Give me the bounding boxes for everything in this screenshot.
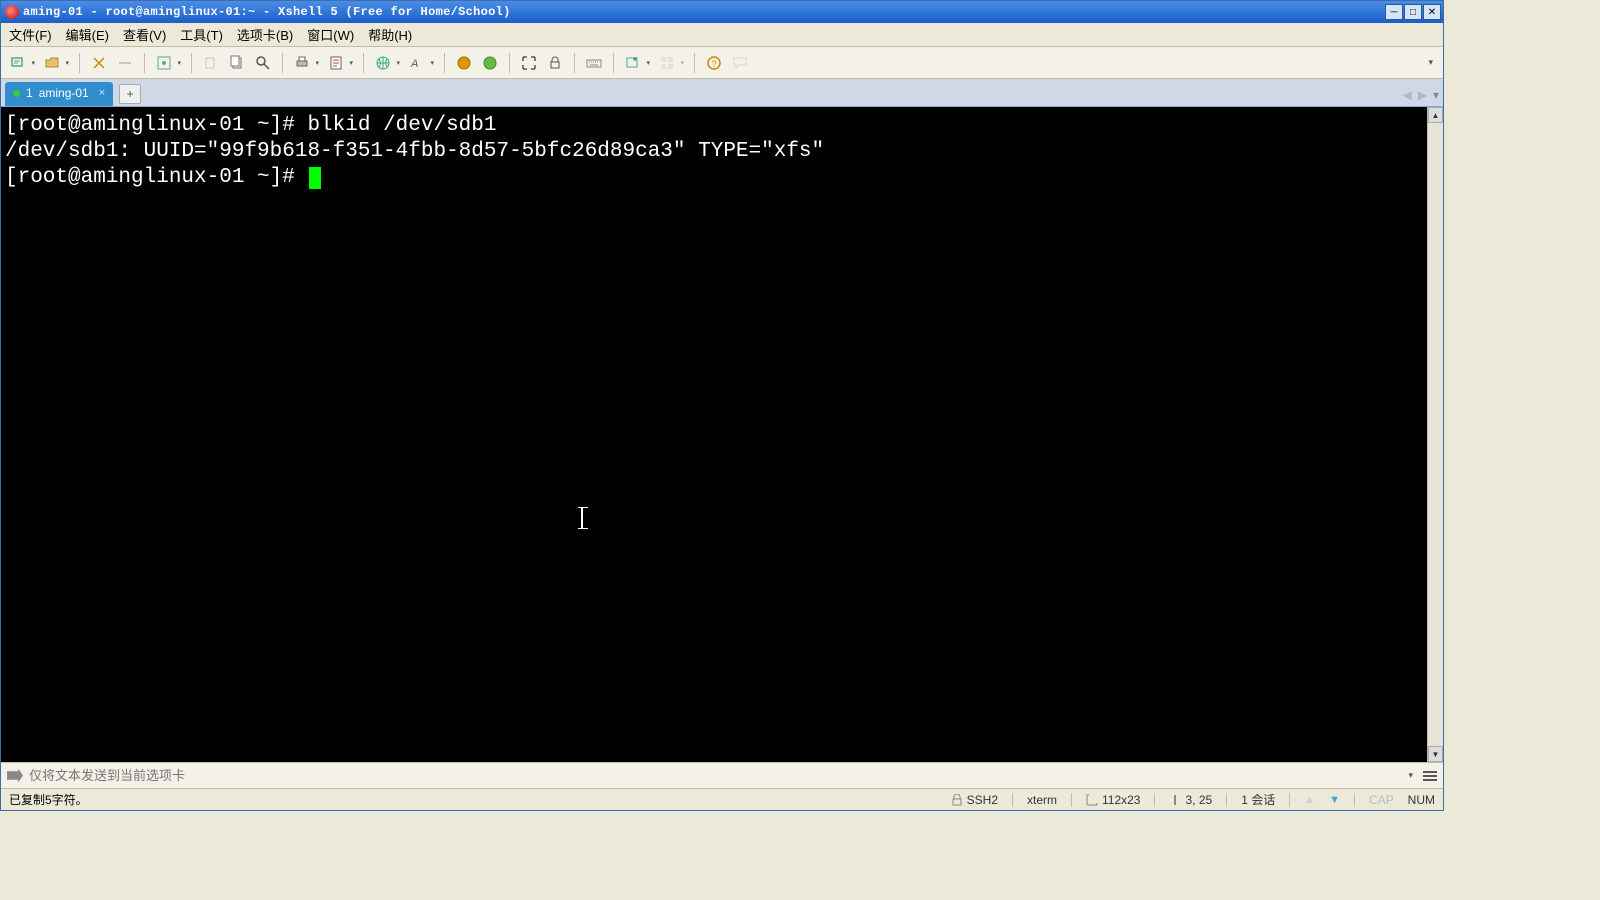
properties-button[interactable] — [153, 52, 175, 74]
status-separator — [1226, 793, 1227, 807]
cursor-pos-icon — [1169, 794, 1181, 806]
copy-button[interactable] — [200, 52, 222, 74]
status-num: NUM — [1408, 793, 1435, 807]
reconnect-button[interactable] — [88, 52, 110, 74]
disconnect-button[interactable] — [114, 52, 136, 74]
maximize-button[interactable]: □ — [1404, 4, 1422, 20]
status-separator — [1289, 793, 1290, 807]
status-separator — [1012, 793, 1013, 807]
tabstrip: 1 aming-01 × + ◀ ▶ ▾ — [1, 79, 1443, 107]
toolbar-separator — [144, 53, 145, 73]
tab-session-1[interactable]: 1 aming-01 × — [5, 82, 113, 106]
keyboard-button[interactable] — [583, 52, 605, 74]
prompt-1: [root@aminglinux-01 ~]# — [5, 114, 307, 137]
terminal[interactable]: [root@aminglinux-01 ~]# blkid /dev/sdb1 … — [1, 107, 1427, 762]
menu-window[interactable]: 窗口(W) — [307, 25, 354, 44]
arrange-button[interactable] — [656, 52, 678, 74]
output-1: /dev/sdb1: UUID="99f9b618-f351-4fbb-8d57… — [5, 140, 824, 163]
svg-text:A: A — [410, 58, 418, 70]
status-message: 已复制5字符。 — [9, 791, 937, 808]
tab-close-button[interactable]: × — [99, 87, 105, 99]
tab-label: aming-01 — [39, 86, 89, 100]
toolbar-separator — [694, 53, 695, 73]
statusbar: 已复制5字符。 SSH2 xterm 112x23 3, 25 1 会话 ▲ ▼… — [1, 788, 1443, 810]
size-icon — [1086, 794, 1098, 806]
app-window: aming-01 - root@aminglinux-01:~ - Xshell… — [0, 0, 1444, 811]
send-menu-button[interactable] — [1423, 771, 1437, 781]
scroll-down-button[interactable]: ▼ — [1428, 746, 1443, 762]
toolbar-separator — [444, 53, 445, 73]
toolbar-overflow-button[interactable]: ▾ — [1428, 57, 1433, 68]
lock-icon — [951, 794, 963, 806]
toolbar-separator — [191, 53, 192, 73]
prompt-2: [root@aminglinux-01 ~]# — [5, 166, 307, 189]
add-tab-button[interactable]: + — [119, 84, 141, 104]
terminal-wrap: [root@aminglinux-01 ~]# blkid /dev/sdb1 … — [1, 107, 1443, 762]
send-target-dropdown[interactable]: ▾ — [1408, 770, 1413, 781]
paste-button[interactable] — [226, 52, 248, 74]
status-separator — [1154, 793, 1155, 807]
status-sessions: 1 会话 — [1241, 791, 1275, 808]
upload-icon: ▲ — [1304, 794, 1315, 806]
menu-tools[interactable]: 工具(T) — [180, 25, 223, 44]
tab-index: 1 — [26, 86, 33, 100]
tab-next-button[interactable]: ▶ — [1418, 88, 1427, 102]
app-icon — [5, 5, 19, 19]
status-separator — [1071, 793, 1072, 807]
minimize-button[interactable]: ─ — [1385, 4, 1403, 20]
status-size: 112x23 — [1086, 793, 1140, 807]
menubar: 文件(F) 编辑(E) 查看(V) 工具(T) 选项卡(B) 窗口(W) 帮助(… — [1, 23, 1443, 47]
tab-prev-button[interactable]: ◀ — [1403, 88, 1412, 102]
send-icon — [7, 769, 23, 783]
toolbar-separator — [613, 53, 614, 73]
toolbar-separator — [363, 53, 364, 73]
titlebar: aming-01 - root@aminglinux-01:~ - Xshell… — [1, 1, 1443, 23]
scroll-up-button[interactable]: ▲ — [1428, 107, 1443, 123]
toolbar-separator — [282, 53, 283, 73]
tab-nav: ◀ ▶ ▾ — [1403, 88, 1440, 102]
menu-tabs[interactable]: 选项卡(B) — [237, 25, 293, 44]
print-button[interactable] — [291, 52, 313, 74]
toolbar: A ? ▾ — [1, 47, 1443, 79]
toolbar-separator — [79, 53, 80, 73]
open-session-button[interactable] — [41, 52, 63, 74]
cursor-icon — [309, 167, 321, 189]
find-button[interactable] — [252, 52, 274, 74]
tab-list-button[interactable]: ▾ — [1433, 88, 1439, 102]
log-button[interactable] — [325, 52, 347, 74]
status-separator — [1354, 793, 1355, 807]
window-title: aming-01 - root@aminglinux-01:~ - Xshell… — [23, 5, 1385, 19]
xftp-button[interactable] — [453, 52, 475, 74]
text-cursor-icon — [581, 507, 583, 529]
font-button[interactable]: A — [406, 52, 428, 74]
new-session-button[interactable] — [7, 52, 29, 74]
connection-status-icon — [13, 90, 20, 97]
status-term: xterm — [1027, 793, 1057, 807]
lock-button[interactable] — [544, 52, 566, 74]
scroll-track[interactable] — [1428, 123, 1443, 746]
status-cap: CAP — [1369, 793, 1394, 807]
menu-edit[interactable]: 编辑(E) — [66, 25, 109, 44]
download-icon: ▼ — [1329, 794, 1340, 806]
menu-file[interactable]: 文件(F) — [9, 25, 52, 44]
menu-view[interactable]: 查看(V) — [123, 25, 166, 44]
toolbar-separator — [574, 53, 575, 73]
toolbar-separator — [509, 53, 510, 73]
xagent-button[interactable] — [479, 52, 501, 74]
chat-button[interactable] — [729, 52, 751, 74]
svg-text:?: ? — [712, 59, 717, 69]
help-button[interactable]: ? — [703, 52, 725, 74]
cmd-1: blkid /dev/sdb1 — [307, 114, 496, 137]
status-ssh: SSH2 — [951, 793, 998, 807]
vertical-scrollbar[interactable]: ▲ ▼ — [1427, 107, 1443, 762]
status-pos: 3, 25 — [1169, 793, 1212, 807]
close-button[interactable]: ✕ — [1423, 4, 1441, 20]
menu-help[interactable]: 帮助(H) — [368, 25, 412, 44]
language-button[interactable] — [372, 52, 394, 74]
fullscreen-button[interactable] — [518, 52, 540, 74]
send-input[interactable] — [29, 768, 1398, 783]
send-bar: ▾ — [1, 762, 1443, 788]
new-tab-button[interactable] — [622, 52, 644, 74]
